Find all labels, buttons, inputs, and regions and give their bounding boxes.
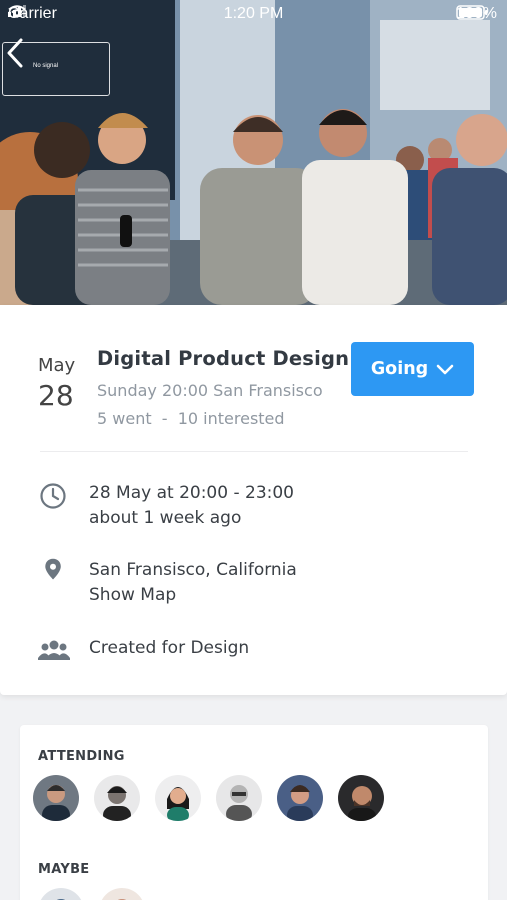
divider	[40, 451, 468, 452]
event-location: San Fransisco, California	[89, 560, 297, 580]
clock-icon	[40, 483, 66, 509]
back-button[interactable]	[6, 38, 42, 78]
clock: 1:20 PM	[223, 5, 284, 22]
attending-avatars	[33, 775, 384, 821]
event-details-card: May 28 Digital Product Design Sunday 20:…	[0, 305, 507, 695]
avatar[interactable]	[338, 775, 384, 821]
event-title: Digital Product Design	[97, 347, 350, 370]
group-icon	[38, 640, 70, 660]
chevron-down-icon	[436, 364, 454, 374]
attendees-card: ATTENDING MAYBE	[20, 725, 488, 900]
avatar[interactable]	[216, 775, 262, 821]
avatar[interactable]	[277, 775, 323, 821]
rsvp-label: Going	[370, 359, 429, 379]
maybe-heading: MAYBE	[38, 862, 90, 877]
avatar[interactable]	[33, 775, 79, 821]
battery-icon	[456, 5, 488, 20]
status-bar: Carrier 1:20 PM 100%	[0, 0, 507, 30]
avatar[interactable]	[94, 775, 140, 821]
event-month: May	[38, 355, 76, 376]
rsvp-going-button[interactable]: Going	[351, 342, 474, 396]
event-subtitle: Sunday 20:00 San Fransisco	[97, 381, 323, 400]
show-map-link[interactable]: Show Map	[89, 585, 176, 605]
event-cover-photo: No signal Carrier 1:20 PM 100%	[0, 0, 507, 305]
event-group: Created for Design	[89, 638, 250, 658]
maybe-avatars	[38, 888, 145, 900]
event-relative-time: about 1 week ago	[89, 508, 242, 528]
event-stats: 5 went - 10 interested	[97, 409, 285, 428]
location-pin-icon	[45, 558, 61, 580]
event-day: 28	[38, 379, 74, 412]
chevron-left-icon	[7, 38, 23, 68]
avatar[interactable]	[155, 775, 201, 821]
avatar[interactable]	[38, 888, 84, 900]
event-time: 28 May at 20:00 - 23:00	[89, 483, 294, 503]
attending-heading: ATTENDING	[38, 749, 125, 764]
avatar[interactable]	[99, 888, 145, 900]
